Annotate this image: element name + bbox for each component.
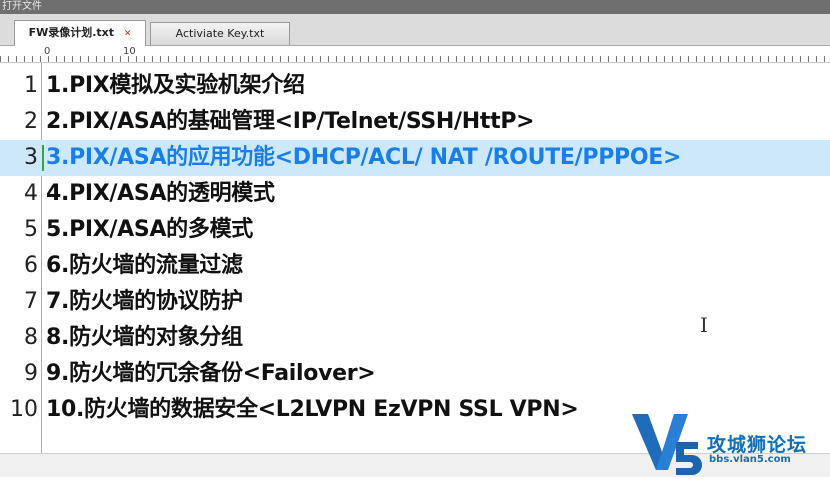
line-number: 5 [24, 217, 38, 242]
tab-fw-plan[interactable]: FW录像计划.txt ✕ [14, 20, 146, 46]
tab-label: Activiate Key.txt [175, 27, 265, 40]
line-text: 10.防火墙的数据安全<L2LVPN EzVPN SSL VPN> [46, 397, 579, 422]
line-text: 6.防火墙的流量过滤 [46, 253, 243, 278]
editor-line[interactable]: 9 9.防火墙的冗余备份<Failover> [0, 356, 830, 392]
line-number: 9 [24, 361, 38, 386]
line-number: 6 [24, 253, 38, 278]
watermark-site-name: 攻城狮论坛 [707, 434, 808, 456]
text-cursor-icon: I [700, 313, 708, 337]
column-ruler: 0 10 [0, 46, 830, 63]
site-watermark: 攻城狮论坛 bbs.vlan5.com [630, 408, 830, 477]
line-text: 5.PIX/ASA的多模式 [46, 217, 253, 242]
line-text: 9.防火墙的冗余备份<Failover> [46, 361, 376, 386]
editor-line[interactable]: 2 2.PIX/ASA的基础管理<IP/Telnet/SSH/HttP> [0, 104, 830, 140]
window-title: 打开文件 [0, 0, 830, 14]
line-number: 8 [24, 325, 38, 350]
tab-strip: FW录像计划.txt ✕ Activiate Key.txt ▾ [0, 14, 830, 65]
text-caret [42, 145, 44, 171]
editor-line[interactable]: 5 5.PIX/ASA的多模式 [0, 212, 830, 248]
tab-activiate-key[interactable]: Activiate Key.txt [150, 22, 290, 45]
line-text: 7.防火墙的协议防护 [46, 289, 243, 314]
line-text: 8.防火墙的对象分组 [46, 325, 243, 350]
editor-line[interactable]: 1 1.PIX模拟及实验机架介绍 [0, 68, 830, 104]
line-number: 4 [24, 181, 38, 206]
line-number: 3 [24, 145, 38, 170]
line-text: 3.PIX/ASA的应用功能<DHCP/ACL/ NAT /ROUTE/PPPO… [46, 145, 682, 170]
watermark-url: bbs.vlan5.com [709, 454, 791, 465]
editor-line-current[interactable]: 3 3.PIX/ASA的应用功能<DHCP/ACL/ NAT /ROUTE/PP… [0, 140, 830, 176]
line-number: 1 [24, 73, 38, 98]
line-text: 1.PIX模拟及实验机架介绍 [46, 73, 305, 98]
line-number: 2 [24, 109, 38, 134]
line-text: 2.PIX/ASA的基础管理<IP/Telnet/SSH/HttP> [46, 109, 535, 134]
tab-label: FW录像计划.txt [28, 26, 115, 39]
line-number: 10 [10, 397, 38, 422]
ruler-ticks [0, 56, 830, 62]
editor-line[interactable]: 6 6.防火墙的流量过滤 [0, 248, 830, 284]
text-editor[interactable]: 1 1.PIX模拟及实验机架介绍 2 2.PIX/ASA的基础管理<IP/Tel… [0, 63, 830, 453]
editor-line[interactable]: 4 4.PIX/ASA的透明模式 [0, 176, 830, 212]
close-icon[interactable]: ✕ [124, 29, 132, 39]
watermark-logo-icon [632, 414, 702, 475]
line-text: 4.PIX/ASA的透明模式 [46, 181, 275, 206]
line-number: 7 [24, 289, 38, 314]
